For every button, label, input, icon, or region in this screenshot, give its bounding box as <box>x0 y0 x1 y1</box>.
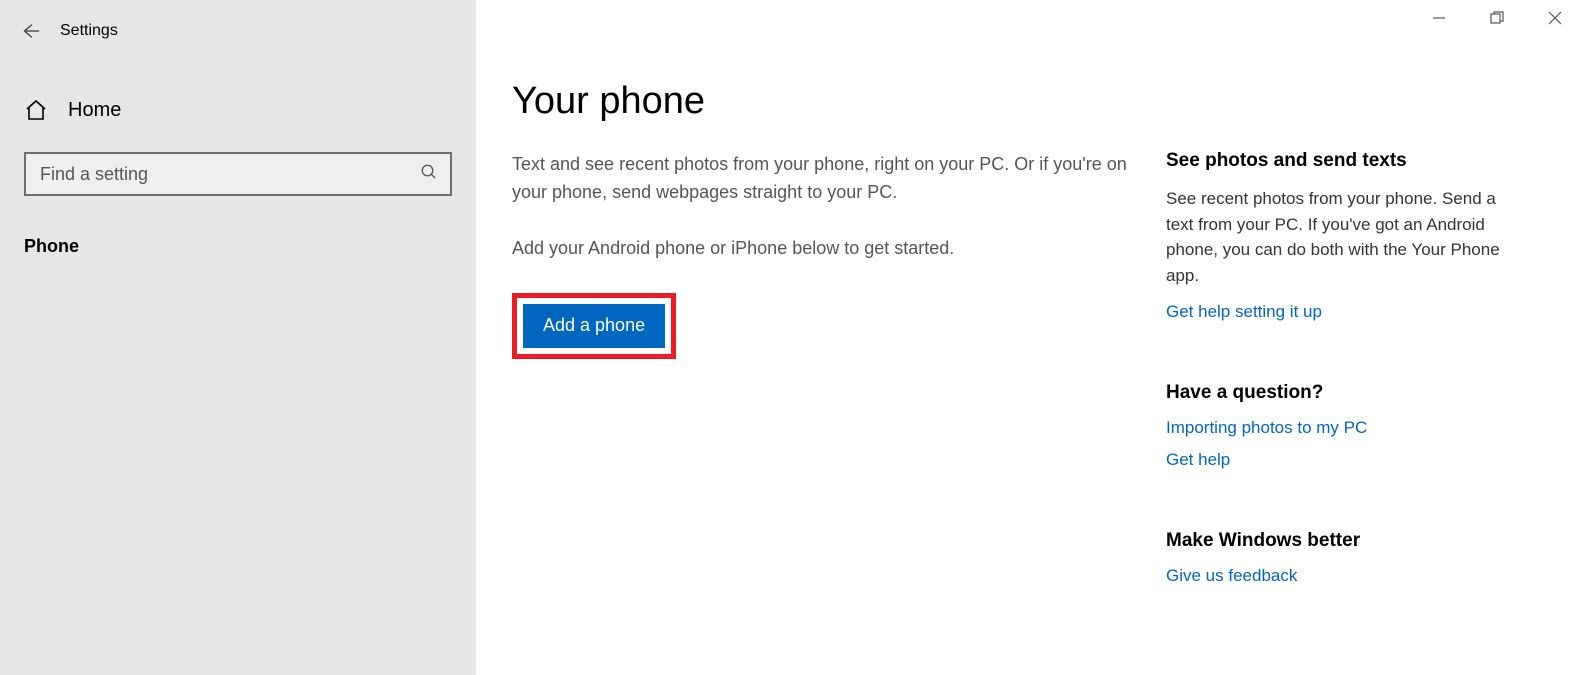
app-title: Settings <box>60 22 118 40</box>
close-icon <box>1548 11 1562 25</box>
get-help-link[interactable]: Get help <box>1166 450 1526 470</box>
home-icon <box>24 98 48 122</box>
add-phone-highlight: Add a phone <box>512 293 676 359</box>
maximize-button[interactable] <box>1468 0 1526 36</box>
home-nav-item[interactable]: Home <box>24 98 452 122</box>
maximize-icon <box>1490 11 1504 25</box>
minimize-button[interactable] <box>1410 0 1468 36</box>
back-arrow-icon <box>19 20 41 42</box>
sidebar-category-phone[interactable]: Phone <box>24 236 452 257</box>
page-description-2: Add your Android phone or iPhone below t… <box>512 235 1142 263</box>
sidebar: Settings Home Phone <box>0 0 476 675</box>
page-title: Your phone <box>512 80 1166 123</box>
minimize-icon <box>1432 11 1446 25</box>
window-controls <box>1410 0 1584 36</box>
page-description-1: Text and see recent photos from your pho… <box>512 151 1142 207</box>
import-photos-link[interactable]: Importing photos to my PC <box>1166 418 1526 438</box>
aside-panel: See photos and send texts See recent pho… <box>1166 0 1566 675</box>
search-icon <box>420 163 438 186</box>
back-button[interactable] <box>0 11 60 51</box>
feedback-link[interactable]: Give us feedback <box>1166 566 1526 586</box>
aside-better-heading: Make Windows better <box>1166 530 1526 552</box>
main-area: Your phone Text and see recent photos fr… <box>476 0 1584 675</box>
search-input[interactable] <box>38 163 420 186</box>
aside-photos-desc: See recent photos from your phone. Send … <box>1166 186 1526 288</box>
aside-question-heading: Have a question? <box>1166 382 1526 404</box>
search-box[interactable] <box>24 152 452 196</box>
add-phone-button[interactable]: Add a phone <box>523 304 665 348</box>
setup-help-link[interactable]: Get help setting it up <box>1166 302 1526 322</box>
close-button[interactable] <box>1526 0 1584 36</box>
aside-photos-heading: See photos and send texts <box>1166 150 1526 172</box>
home-label: Home <box>68 99 121 122</box>
